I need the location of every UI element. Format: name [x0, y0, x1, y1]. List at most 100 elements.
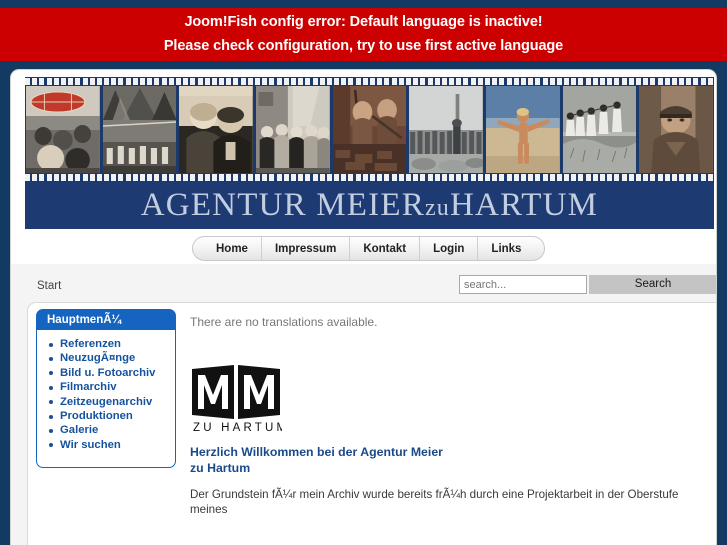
sidebar-item-label[interactable]: Galerie	[60, 424, 98, 437]
sprocket-hole	[219, 174, 225, 181]
sprocket-hole	[118, 78, 124, 85]
sprocket-hole	[391, 78, 397, 85]
photo-dancers-dunes	[562, 86, 637, 173]
search-input[interactable]	[459, 275, 587, 294]
sprocket-hole	[398, 78, 404, 85]
sprocket-hole	[269, 174, 275, 181]
sprocket-hole	[671, 78, 677, 85]
logo-text-zu: zu	[424, 195, 450, 221]
main-navigation: Home Impressum Kontakt Login Links	[25, 236, 714, 262]
sprocket-hole	[456, 78, 462, 85]
sidebar-item-neuzugaenge[interactable]: NeuzugÃ¤nge	[41, 352, 171, 365]
sprocket-hole	[384, 174, 390, 181]
sprocket-hole	[255, 174, 260, 181]
sprocket-hole	[132, 174, 138, 181]
sprocket-hole	[470, 78, 476, 85]
nav-item-impressum[interactable]: Impressum	[262, 237, 351, 260]
sprocket-hole	[693, 174, 699, 181]
sprocket-hole	[204, 174, 210, 181]
sprocket-hole	[535, 174, 541, 181]
sprocket-hole	[671, 174, 677, 181]
article-content: There are no translations available. ZU …	[190, 311, 700, 517]
site-logo-text: AGENTUR MEIERzuHARTUM	[141, 189, 598, 222]
sidebar-item-label[interactable]: Referenzen	[60, 338, 121, 351]
sprocket-hole	[161, 78, 167, 85]
sidebar-item-referenzen[interactable]: Referenzen	[41, 338, 171, 351]
sprocket-hole	[305, 78, 311, 85]
sidebar-item-label[interactable]: Zeitzeugenarchiv	[60, 396, 152, 409]
sprocket-hole	[240, 78, 246, 85]
sprocket-hole	[578, 174, 584, 181]
sidebar-item-wir-suchen[interactable]: Wir suchen	[41, 439, 171, 452]
sprocket-hole	[686, 78, 692, 85]
sprocket-hole	[39, 174, 45, 181]
filmstrip-banner	[25, 77, 714, 182]
sprocket-hole	[679, 174, 685, 181]
sprocket-hole	[643, 174, 649, 181]
sidebar-item-zeitzeugenarchiv[interactable]: Zeitzeugenarchiv	[41, 396, 171, 409]
sprocket-hole	[485, 174, 490, 181]
nav-item-home[interactable]: Home	[203, 237, 262, 260]
sprocket-hole	[693, 78, 699, 85]
sprocket-hole	[290, 78, 296, 85]
sprocket-hole	[104, 78, 110, 85]
sprocket-hole	[233, 174, 239, 181]
sprocket-hole	[520, 78, 526, 85]
sprocket-hole	[405, 78, 411, 85]
sprocket-hole	[334, 174, 340, 181]
sprocket-hole	[348, 78, 354, 85]
sprocket-hole	[341, 174, 347, 181]
sprocket-hole	[643, 78, 649, 85]
nav-item-kontakt[interactable]: Kontakt	[350, 237, 421, 260]
sprocket-hole	[147, 78, 153, 85]
sprocket-hole	[707, 78, 713, 85]
sprocket-hole	[427, 78, 433, 85]
sprocket-hole	[46, 174, 52, 181]
sprocket-hole	[427, 174, 433, 181]
bullet-icon	[49, 400, 53, 405]
search-button[interactable]: Search	[589, 275, 716, 294]
sidebar-item-galerie[interactable]: Galerie	[41, 424, 171, 437]
bullet-icon	[49, 371, 53, 376]
nav-item-links[interactable]: Links	[478, 237, 534, 260]
sidebar-item-label[interactable]: NeuzugÃ¤nge	[60, 352, 135, 365]
sidebar-item-label[interactable]: Wir suchen	[60, 439, 121, 452]
sprocket-hole	[140, 174, 145, 181]
photo-tents-gathering	[102, 86, 177, 173]
filmstrip-sprockets-bottom	[25, 173, 714, 182]
sidebar-item-produktionen[interactable]: Produktionen	[41, 410, 171, 423]
sidebar-item-label[interactable]: Filmarchiv	[60, 381, 117, 394]
sprocket-hole	[341, 78, 347, 85]
site-container: AGENTUR MEIERzuHARTUM Home Impressum Kon…	[10, 69, 717, 545]
sprocket-hole	[183, 78, 189, 85]
photo-workers-rubble	[332, 86, 407, 173]
sprocket-hole	[420, 78, 426, 85]
sprocket-hole	[463, 174, 469, 181]
filmstrip-photo-row	[25, 86, 714, 173]
sprocket-hole	[485, 78, 490, 85]
sprocket-hole	[499, 78, 505, 85]
sprocket-hole	[686, 174, 692, 181]
sprocket-hole	[513, 174, 519, 181]
sprocket-hole	[621, 174, 627, 181]
sprocket-hole	[571, 78, 577, 85]
sprocket-hole	[190, 174, 196, 181]
sprocket-hole	[240, 174, 246, 181]
sidebar-item-label[interactable]: Produktionen	[60, 410, 133, 423]
sprocket-hole	[276, 174, 282, 181]
sprocket-hole	[355, 174, 361, 181]
sidebar-item-label[interactable]: Bild u. Fotoarchiv	[60, 367, 155, 380]
sprocket-hole	[434, 78, 440, 85]
sidebar-item-filmarchiv[interactable]: Filmarchiv	[41, 381, 171, 394]
sprocket-hole	[226, 78, 232, 85]
sprocket-hole	[441, 78, 447, 85]
sidebar-item-bild-fotoarchiv[interactable]: Bild u. Fotoarchiv	[41, 367, 171, 380]
welcome-heading: Herzlich Willkommen bei der Agentur Meie…	[190, 445, 443, 475]
sprocket-hole	[132, 78, 138, 85]
sprocket-hole	[628, 78, 634, 85]
page-frame: AGENTUR MEIERzuHARTUM Home Impressum Kon…	[0, 61, 727, 545]
sprocket-hole	[190, 78, 196, 85]
sprocket-hole	[520, 174, 526, 181]
nav-item-login[interactable]: Login	[420, 237, 479, 260]
sprocket-hole	[621, 78, 627, 85]
